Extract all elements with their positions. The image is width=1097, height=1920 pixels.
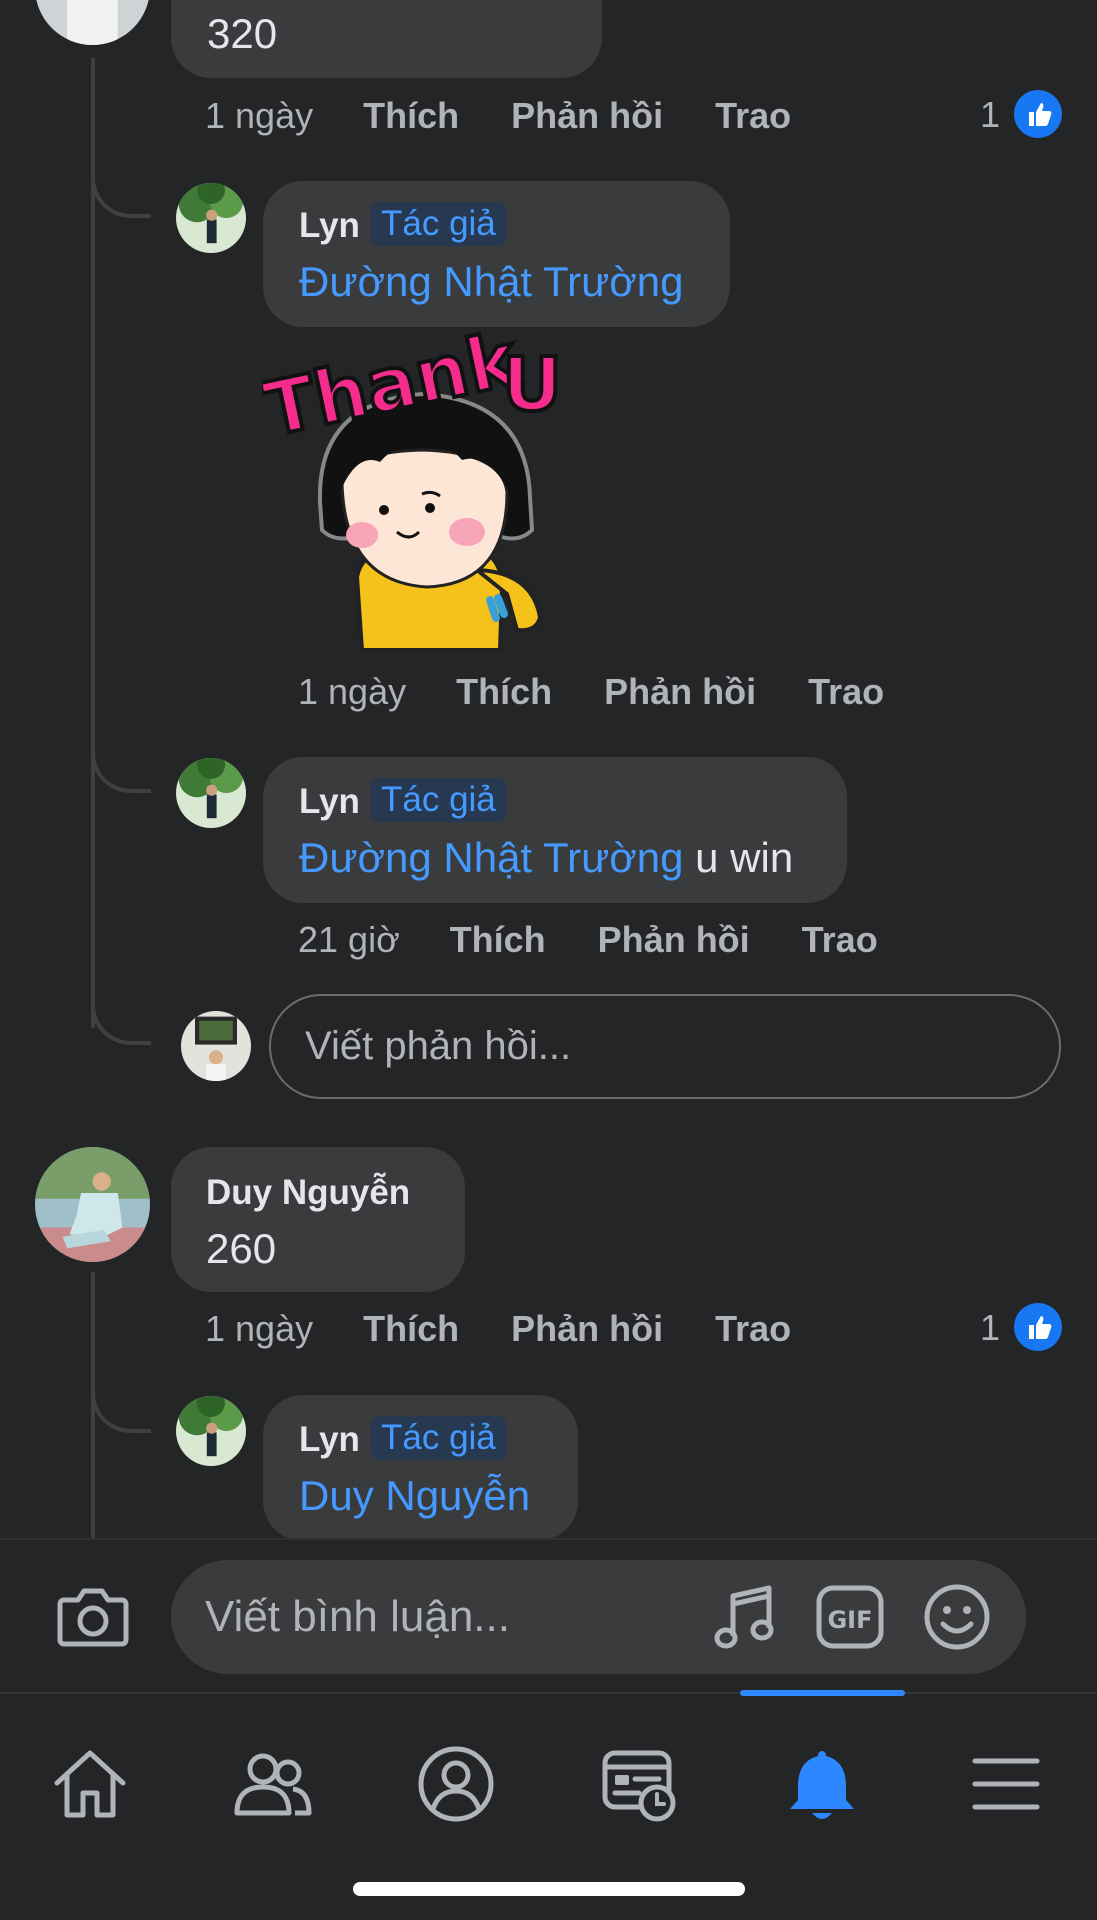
home-indicator [353,1882,745,1896]
comment-text: 320 [207,10,278,57]
music-icon[interactable] [711,1582,781,1652]
mention-link[interactable]: Đường Nhật Trường [299,258,683,305]
thread-connector [91,985,151,1045]
active-tab-indicator [740,1690,905,1696]
thread-connector [91,1375,151,1433]
profile-icon[interactable] [406,1734,506,1834]
bottom-tab-bar [0,1690,1097,1920]
commenter-avatar[interactable] [35,1147,150,1262]
menu-icon[interactable] [956,1734,1056,1834]
comment-bubble: 320 [171,0,602,78]
reply-input-placeholder: Viết phản hồi... [305,1024,572,1068]
like-link[interactable]: Thích [363,95,459,137]
current-user-avatar [181,1011,251,1081]
reply-link[interactable]: Phản hồi [511,95,663,137]
notifications-icon[interactable] [772,1734,872,1834]
svg-text:U: U [502,342,562,428]
like-count[interactable]: 1 [980,1307,1000,1349]
comment-input[interactable]: Viết bình luận... GIF [171,1560,1026,1674]
award-link[interactable]: Trao [715,1308,791,1350]
svg-text:GIF: GIF [827,1606,872,1634]
comment-input-placeholder: Viết bình luận... [205,1592,510,1641]
thread-connector [91,735,151,793]
reply-text: Duy Nguyễn [299,1472,530,1520]
like-reaction-icon[interactable] [1014,90,1062,138]
reply-link[interactable]: Phản hồi [511,1308,663,1350]
reply-author-name[interactable]: Lyn [299,1420,360,1460]
comment-time: 1 ngày [205,95,314,136]
reply-time: 1 ngày [298,671,407,712]
award-link[interactable]: Trao [802,919,878,961]
award-link[interactable]: Trao [808,671,884,713]
comment-bubble: Duy Nguyễn 260 [171,1147,465,1292]
friends-icon[interactable] [222,1734,322,1834]
reply-link[interactable]: Phản hồi [604,671,756,713]
like-link[interactable]: Thích [450,919,546,961]
thread-line [91,58,95,1028]
reply-author-name[interactable]: Lyn [299,782,360,822]
reply-text: Đường Nhật Trường u win [299,834,793,882]
reply-bubble: Lyn Tác giả Đường Nhật Trường u win [263,757,847,903]
like-link[interactable]: Thích [363,1308,459,1350]
reply-link[interactable]: Phản hồi [598,919,750,961]
reply-input[interactable]: Viết phản hồi... [269,994,1061,1099]
commenter-name[interactable]: Duy Nguyễn [206,1173,410,1213]
reply-bubble: Lyn Tác giả Đường Nhật Trường [263,181,730,327]
reply-author-avatar[interactable] [176,183,246,253]
home-icon[interactable] [40,1734,140,1834]
camera-icon[interactable] [56,1580,130,1652]
like-reaction-icon[interactable] [1014,1303,1062,1351]
gif-icon[interactable]: GIF [815,1582,885,1652]
reply-time: 21 giờ [298,919,400,960]
comment-text: 260 [206,1225,277,1272]
author-badge: Tác giả [371,202,506,246]
comment-time: 1 ngày [205,1308,314,1349]
award-link[interactable]: Trao [715,95,791,137]
thank-you-sticker[interactable]: Thank U [255,314,587,657]
reply-author-avatar[interactable] [176,1396,246,1466]
reply-actions: 1 ngày Thích Phản hồi Trao [298,668,884,716]
watch-icon[interactable] [590,1734,690,1834]
emoji-icon[interactable] [922,1582,992,1652]
reply-body: u win [683,834,794,881]
comment-actions: 1 ngày Thích Phản hồi Trao [205,92,791,140]
author-badge: Tác giả [371,1416,506,1460]
reply-text: Đường Nhật Trường [299,258,683,306]
mention-link[interactable]: Đường Nhật Trường [299,834,683,881]
commenter-avatar[interactable] [35,0,150,45]
reply-bubble: Lyn Tác giả Duy Nguyễn [263,1395,578,1541]
thread-connector [91,160,151,218]
mention-link[interactable]: Duy Nguyễn [299,1472,530,1519]
comment-composer: Viết bình luận... GIF [0,1538,1097,1693]
reply-author-name[interactable]: Lyn [299,206,360,246]
comment-actions: 1 ngày Thích Phản hồi Trao [205,1305,791,1353]
reply-author-avatar[interactable] [176,758,246,828]
like-link[interactable]: Thích [456,671,552,713]
reply-actions: 21 giờ Thích Phản hồi Trao [298,916,878,964]
author-badge: Tác giả [371,778,506,822]
like-count[interactable]: 1 [980,94,1000,136]
